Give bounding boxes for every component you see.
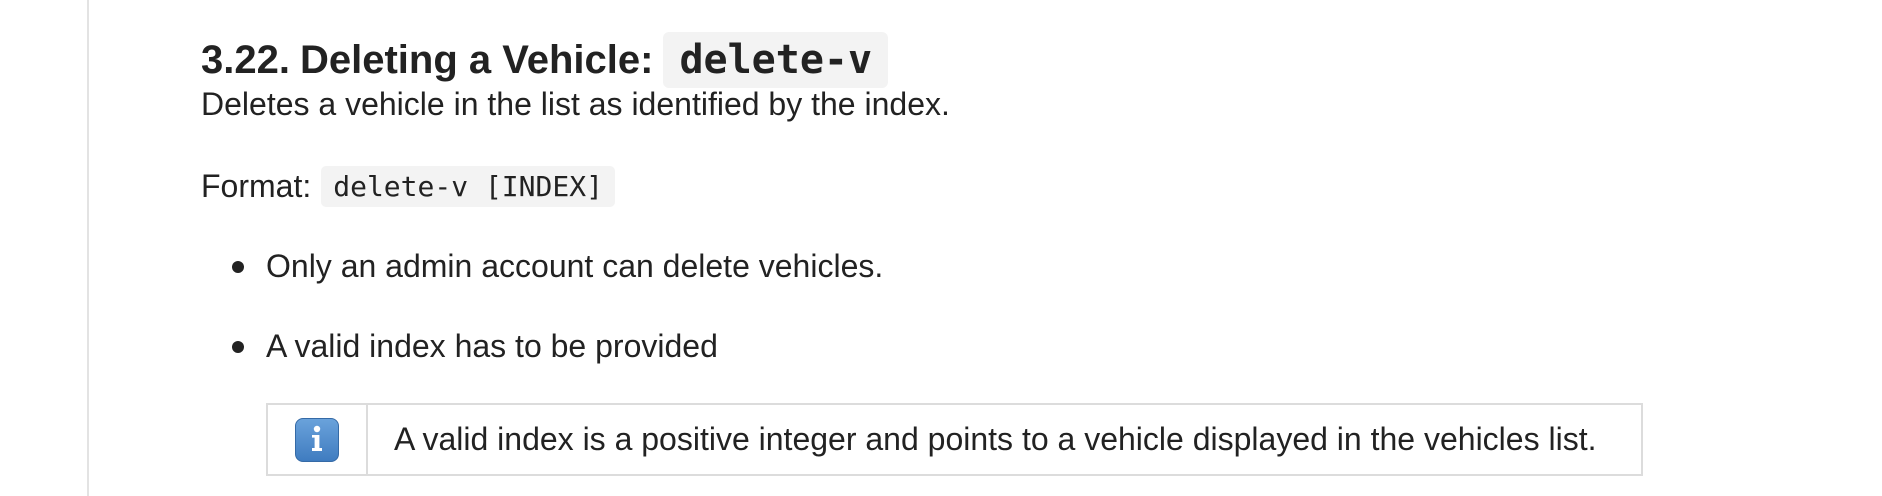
list-item-text: Only an admin account can delete vehicle… bbox=[266, 248, 884, 284]
info-admonition: A valid index is a positive integer and … bbox=[266, 403, 1643, 476]
bullet-dot-icon bbox=[232, 340, 244, 353]
admonition-text: A valid index is a positive integer and … bbox=[394, 421, 1597, 457]
format-line: Format: delete-v [INDEX] bbox=[201, 166, 615, 207]
section-number: 3.22. bbox=[201, 37, 290, 82]
bullet-dot-icon bbox=[232, 260, 244, 273]
info-icon bbox=[295, 417, 339, 462]
section-description: Deletes a vehicle in the list as identif… bbox=[201, 86, 950, 122]
section-title: Deleting a Vehicle: bbox=[299, 37, 654, 82]
content-left-border bbox=[87, 0, 89, 496]
list-item: A valid index has to be provided bbox=[201, 328, 718, 365]
list-item-text: A valid index has to be provided bbox=[266, 328, 718, 364]
admonition-icon-cell bbox=[268, 405, 368, 474]
list-item: Only an admin account can delete vehicle… bbox=[201, 248, 883, 285]
command-code: delete-v bbox=[663, 32, 889, 89]
format-code: delete-v [INDEX] bbox=[321, 166, 615, 207]
section-heading: 3.22. Deleting a Vehicle: delete-v bbox=[201, 32, 889, 89]
format-label: Format: bbox=[201, 168, 312, 204]
